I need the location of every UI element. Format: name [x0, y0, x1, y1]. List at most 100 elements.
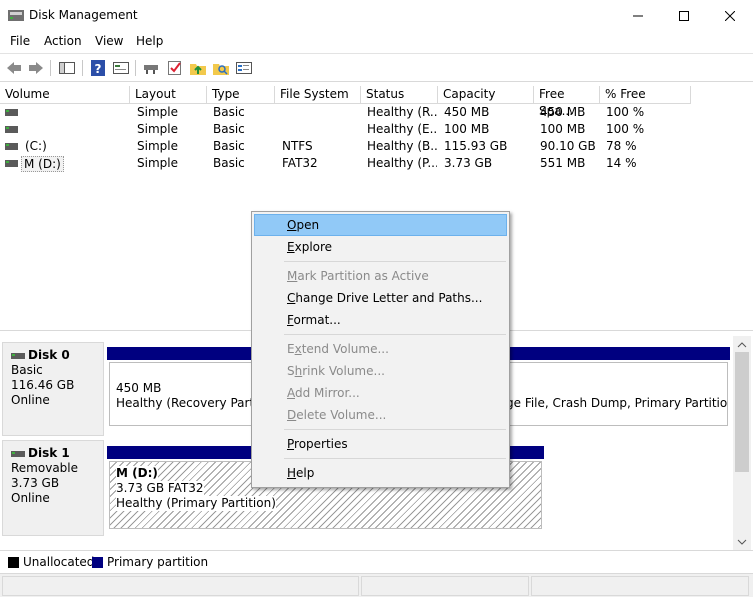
- table-row-selected[interactable]: M (D:) Simple Basic FAT32 Healthy (P... …: [0, 155, 753, 172]
- disk-map-scrollbar[interactable]: [733, 336, 751, 550]
- legend-primary-label: Primary partition: [107, 555, 209, 569]
- disk-management-icon: [8, 10, 24, 21]
- context-menu-explore[interactable]: Explore: [254, 236, 507, 258]
- disk-1-kind: Removable: [11, 461, 79, 475]
- close-icon: [725, 10, 735, 21]
- menu-view[interactable]: View: [95, 34, 123, 48]
- cell-type: Basic: [213, 122, 245, 136]
- context-menu-mark-active[interactable]: Mark Partition as Active: [254, 265, 507, 287]
- cell-status: Healthy (B...: [367, 139, 437, 153]
- minimize-icon: [633, 15, 643, 16]
- console-tree-icon[interactable]: [58, 59, 76, 77]
- search-folder-icon[interactable]: [212, 59, 230, 77]
- partition-label: M (D:): [116, 466, 158, 481]
- disk-0-label[interactable]: Disk 0 Basic 116.46 GB Online: [2, 342, 104, 436]
- cell-capacity: 450 MB: [444, 105, 490, 119]
- context-menu-change-drive-letter[interactable]: Change Drive Letter and Paths...: [254, 287, 507, 309]
- menu-action[interactable]: Action: [44, 34, 82, 48]
- scroll-up-icon[interactable]: [737, 342, 747, 348]
- forward-icon[interactable]: [27, 59, 45, 77]
- column-header-status[interactable]: Status: [361, 86, 438, 104]
- context-menu-add-mirror[interactable]: Add Mirror...: [254, 382, 507, 404]
- cell-capacity: 100 MB: [444, 122, 490, 136]
- back-icon[interactable]: [5, 59, 23, 77]
- disk-0-partition-recovery[interactable]: 450 MB Healthy (Recovery Partitio: [109, 362, 252, 426]
- partition-size: 450 MB: [116, 381, 162, 395]
- menu-help[interactable]: Help: [136, 34, 163, 48]
- check-icon[interactable]: [166, 59, 184, 77]
- status-pane: [531, 576, 749, 596]
- table-row[interactable]: (C:) Simple Basic NTFS Healthy (B... 115…: [0, 138, 753, 155]
- cell-free-space: 100 MB: [540, 122, 586, 136]
- status-bar: [0, 573, 753, 597]
- properties-icon[interactable]: [112, 59, 130, 77]
- menu-separator: [284, 429, 506, 430]
- cell-percent-free: 100 %: [606, 105, 645, 119]
- disk-1-label[interactable]: Disk 1 Removable 3.73 GB Online: [2, 440, 104, 536]
- minimize-button[interactable]: [615, 0, 661, 31]
- menu-separator: [284, 334, 506, 335]
- settings-icon[interactable]: [235, 59, 253, 77]
- context-menu-delete-volume[interactable]: Delete Volume...: [254, 404, 507, 426]
- disk-icon: [11, 450, 25, 457]
- help-icon[interactable]: ?: [89, 59, 107, 77]
- menu-bar: File Action View Help: [0, 31, 753, 52]
- cell-percent-free: 78 %: [606, 139, 637, 153]
- cell-file-system: FAT32: [282, 156, 318, 170]
- column-header-volume[interactable]: Volume: [0, 86, 130, 104]
- window-title: Disk Management: [29, 8, 138, 22]
- drive-icon: [5, 160, 18, 167]
- cell-layout: Simple: [137, 139, 178, 153]
- disk-1-name: Disk 1: [28, 446, 70, 460]
- table-row[interactable]: Simple Basic Healthy (E... 100 MB 100 MB…: [0, 121, 753, 138]
- disk-1-state: Online: [11, 491, 50, 505]
- menu-separator: [284, 261, 506, 262]
- disk-0-partition-primary[interactable]: ge File, Crash Dump, Primary Partition): [506, 362, 728, 426]
- scroll-down-icon[interactable]: [737, 539, 747, 545]
- cell-volume: (C:): [25, 139, 47, 153]
- cell-capacity: 3.73 GB: [444, 156, 493, 170]
- cell-status: Healthy (R...: [367, 105, 437, 119]
- legend-unallocated-label: Unallocated: [23, 555, 95, 569]
- table-row[interactable]: Simple Basic Healthy (R... 450 MB 450 MB…: [0, 104, 753, 121]
- cell-type: Basic: [213, 105, 245, 119]
- legend: Unallocated Primary partition: [0, 550, 753, 572]
- cell-type: Basic: [213, 156, 245, 170]
- connect-icon[interactable]: [143, 59, 161, 77]
- title-bar: Disk Management: [0, 0, 753, 31]
- cell-status: Healthy (E...: [367, 122, 437, 136]
- cell-layout: Simple: [137, 122, 178, 136]
- close-button[interactable]: [707, 0, 753, 31]
- menu-file[interactable]: File: [10, 34, 30, 48]
- legend-primary-swatch: [92, 557, 103, 568]
- partition-status: Healthy (Recovery Partitio: [116, 396, 252, 410]
- disk-1-size: 3.73 GB: [11, 476, 60, 490]
- context-menu-properties[interactable]: Properties: [254, 433, 507, 455]
- up-folder-icon[interactable]: [189, 59, 207, 77]
- scrollbar-thumb[interactable]: [735, 352, 749, 472]
- context-menu: Open Explore Mark Partition as Active Ch…: [251, 211, 510, 488]
- drive-icon: [5, 143, 18, 150]
- disk-0-state: Online: [11, 393, 50, 407]
- context-menu-format[interactable]: Format...: [254, 309, 507, 331]
- cell-percent-free: 14 %: [606, 156, 637, 170]
- context-menu-help[interactable]: Help: [254, 462, 507, 484]
- cell-percent-free: 100 %: [606, 122, 645, 136]
- maximize-icon: [679, 10, 689, 21]
- column-header-free-space[interactable]: Free Spa...: [534, 86, 600, 118]
- column-header-percent-free[interactable]: % Free: [600, 86, 691, 104]
- svg-text:?: ?: [95, 62, 102, 76]
- column-header-layout[interactable]: Layout: [130, 86, 207, 104]
- partition-detail: 3.73 GB FAT32: [116, 481, 204, 496]
- drive-icon: [5, 109, 18, 116]
- cell-volume: M (D:): [21, 156, 64, 172]
- column-header-type[interactable]: Type: [207, 86, 275, 104]
- column-header-file-system[interactable]: File System: [275, 86, 361, 104]
- context-menu-extend-volume[interactable]: Extend Volume...: [254, 338, 507, 360]
- context-menu-open[interactable]: Open: [254, 214, 507, 236]
- cell-layout: Simple: [137, 156, 178, 170]
- column-header-capacity[interactable]: Capacity: [438, 86, 534, 104]
- maximize-button[interactable]: [661, 0, 707, 31]
- disk-icon: [11, 352, 25, 359]
- context-menu-shrink-volume[interactable]: Shrink Volume...: [254, 360, 507, 382]
